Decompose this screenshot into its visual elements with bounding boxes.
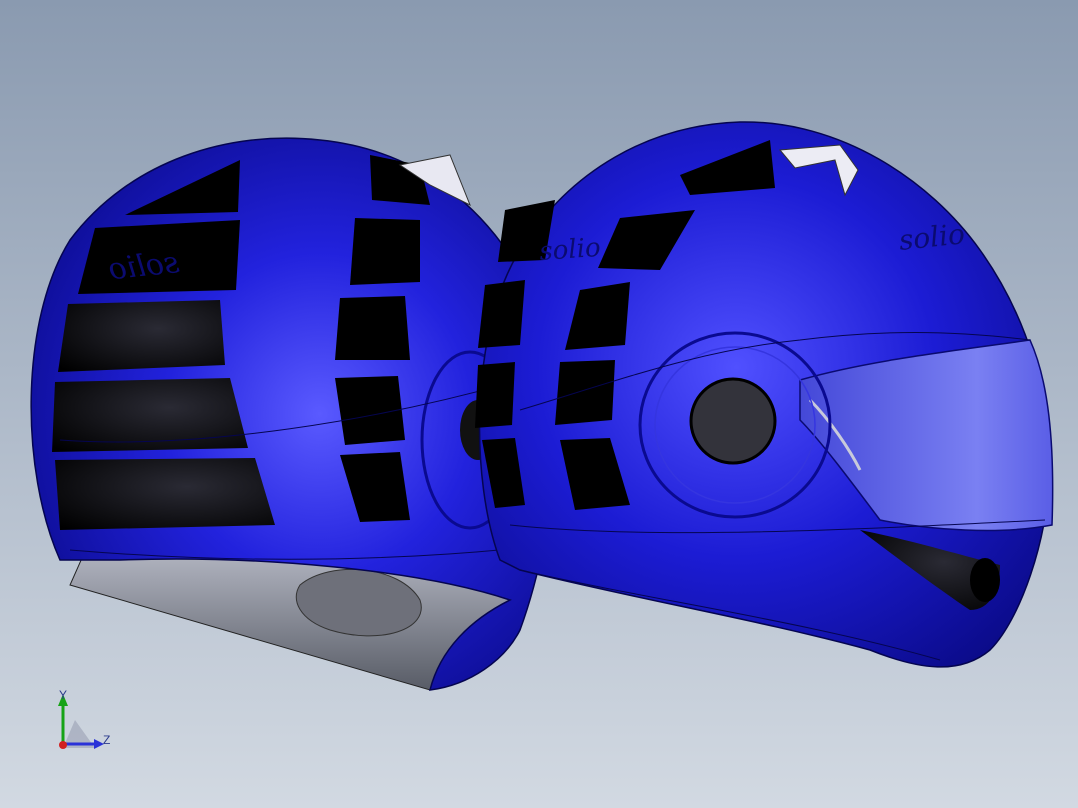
vent-slot bbox=[335, 296, 410, 360]
vent-slot bbox=[55, 458, 275, 530]
helmet-logo-front: solio bbox=[897, 217, 966, 257]
vent-slot bbox=[478, 280, 525, 348]
visor-pivot-button[interactable] bbox=[689, 377, 777, 465]
vent-slot bbox=[58, 300, 225, 372]
chin-vent-port bbox=[970, 558, 1000, 602]
helmet-logo: solio bbox=[538, 233, 601, 267]
model-scene[interactable]: solio solio solio Y Z bbox=[0, 0, 1078, 808]
3d-viewport[interactable]: solio solio solio Y Z bbox=[0, 0, 1078, 808]
x-axis-origin bbox=[59, 741, 67, 749]
vent-slot bbox=[555, 360, 615, 425]
vent-slot bbox=[350, 218, 420, 285]
vent-slot bbox=[475, 362, 515, 428]
z-axis-label: Z bbox=[103, 733, 110, 747]
helmet-logo: solio bbox=[107, 245, 181, 287]
y-axis-label: Y bbox=[59, 688, 67, 702]
